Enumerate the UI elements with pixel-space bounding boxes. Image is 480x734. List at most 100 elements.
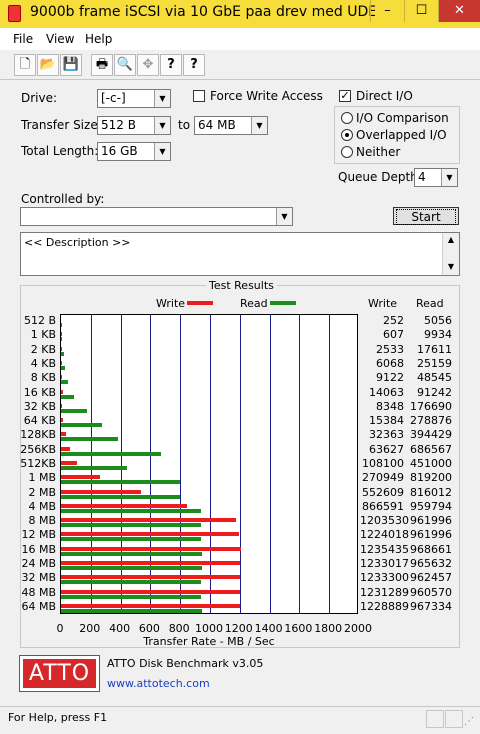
read-bar	[61, 508, 201, 513]
menu-file[interactable]: File	[13, 32, 33, 46]
read-bar	[61, 551, 202, 556]
category-label: 4 MB	[28, 499, 56, 513]
transfer-from-select[interactable]: 512 B ▼	[97, 116, 171, 135]
app-icon	[8, 5, 21, 22]
scroll-up-icon: ▲	[447, 235, 455, 244]
category-label: 12 MB	[21, 528, 56, 542]
write-value: 1228889	[360, 599, 409, 613]
read-value: 394429	[410, 428, 452, 442]
open-icon[interactable]: 📂	[37, 54, 59, 76]
description-textarea[interactable]: << Description >> ▲ ▼	[20, 232, 460, 276]
grid-line	[240, 315, 241, 613]
x-tick-label: 1600	[284, 622, 313, 635]
category-label: 64 MB	[21, 599, 56, 613]
grid-line	[299, 315, 300, 613]
read-value: 686567	[410, 442, 452, 456]
new-icon[interactable]: 🗋	[14, 54, 36, 76]
read-bar	[61, 466, 127, 470]
write-value: 15384	[369, 414, 404, 428]
category-label: 32 KB	[23, 399, 56, 413]
total-length-select[interactable]: 16 GB ▼	[97, 142, 171, 161]
save-icon[interactable]: 💾	[60, 54, 82, 76]
force-write-label: Force Write Access	[210, 89, 323, 103]
scroll-down-icon: ▼	[447, 262, 455, 271]
x-tick-label: 1200	[224, 622, 253, 635]
direct-io-checkbox[interactable]: ✓	[339, 90, 351, 102]
write-value: 63627	[369, 442, 404, 456]
print-icon[interactable]: 🖶	[91, 54, 113, 76]
write-bar	[61, 603, 240, 608]
transfer-to-select[interactable]: 64 MB ▼	[194, 116, 268, 135]
write-value: 32363	[369, 428, 404, 442]
write-bar	[61, 418, 64, 423]
io-comparison-radio[interactable]	[341, 112, 353, 124]
resize-grip-icon[interactable]: ⋰	[464, 716, 474, 727]
queue-depth-select[interactable]: 4 ▼	[414, 168, 458, 187]
chevron-down-icon: ▼	[154, 117, 170, 134]
x-tick-label: 800	[168, 622, 190, 635]
read-value: 960570	[410, 585, 452, 599]
status-indicator-1	[426, 710, 444, 728]
grid-line	[270, 315, 271, 613]
chevron-down-icon: ▼	[154, 143, 170, 160]
read-bar	[61, 337, 63, 342]
menu-view[interactable]: View	[46, 32, 74, 46]
write-bar	[61, 575, 241, 580]
to-label: to	[178, 118, 191, 132]
move-icon[interactable]: ✥	[137, 54, 159, 76]
write-bar	[61, 432, 66, 437]
write-value: 270949	[362, 471, 404, 485]
read-bar	[61, 380, 69, 385]
drive-select[interactable]: [-c-] ▼	[97, 89, 171, 108]
read-value: 967334	[410, 599, 452, 613]
read-bar	[61, 594, 201, 599]
read-value: 278876	[410, 414, 452, 428]
read-value: 91242	[417, 385, 452, 399]
print-preview-icon[interactable]: 🔍	[114, 54, 136, 76]
close-button[interactable]: ✕	[438, 0, 480, 22]
read-bar	[61, 351, 64, 356]
queue-depth-label: Queue Depth:	[338, 170, 422, 184]
context-help-icon[interactable]: ?	[183, 54, 205, 76]
queue-depth-value: 4	[418, 170, 426, 184]
category-label: 256KB	[20, 442, 56, 456]
read-bar	[61, 566, 202, 570]
category-label: 32 MB	[21, 571, 56, 585]
x-tick-label: 1800	[314, 622, 343, 635]
grid-line	[329, 315, 330, 613]
start-button[interactable]: Start	[393, 207, 459, 225]
x-axis-label: Transfer Rate - MB / Sec	[143, 635, 275, 648]
force-write-checkbox[interactable]	[193, 90, 205, 102]
read-value: 48545	[417, 371, 452, 385]
category-label: 8 KB	[30, 371, 56, 385]
controlled-by-select[interactable]: ▼	[20, 207, 293, 226]
write-bar	[61, 489, 142, 494]
start-button-label: Start	[396, 209, 456, 225]
controlled-by-label: Controlled by:	[21, 192, 105, 206]
read-bar	[61, 451, 161, 456]
read-bar	[61, 437, 119, 442]
maximize-button[interactable]: ☐	[404, 0, 438, 22]
read-bar	[61, 523, 201, 528]
website-link[interactable]: www.attotech.com	[107, 677, 210, 690]
read-bar	[61, 408, 87, 413]
neither-radio[interactable]	[341, 146, 353, 158]
overlapped-io-radio[interactable]	[341, 129, 353, 141]
category-label: 48 MB	[21, 585, 56, 599]
read-bar	[61, 394, 75, 399]
minimize-button[interactable]: –	[370, 0, 404, 22]
category-label: 512 B	[23, 314, 56, 328]
description-scrollbar[interactable]: ▲ ▼	[442, 233, 459, 275]
write-column-header: Write	[368, 297, 398, 310]
menu-help[interactable]: Help	[85, 32, 112, 46]
read-value: 25159	[417, 357, 452, 370]
x-tick-label: 2000	[344, 622, 372, 635]
write-value: 8348	[376, 399, 404, 413]
write-value: 6068	[376, 357, 404, 370]
write-value: 866591	[362, 499, 404, 513]
write-bar	[61, 518, 237, 523]
help-icon[interactable]: ?	[160, 54, 182, 76]
atto-logo: ATTO	[19, 655, 100, 692]
total-length-value: 16 GB	[101, 144, 138, 158]
write-value: 14063	[369, 385, 404, 399]
